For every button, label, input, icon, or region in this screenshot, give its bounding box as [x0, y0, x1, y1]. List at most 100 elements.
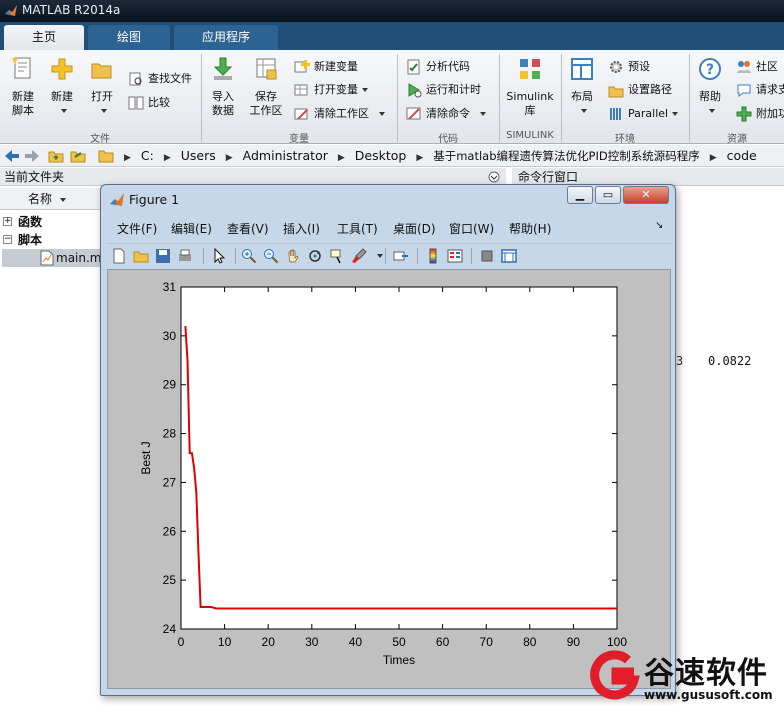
tree-group-functions[interactable]: + 函数 — [0, 213, 42, 231]
gususoft-logo-icon — [590, 650, 640, 700]
breadcrumb-item[interactable]: Users — [181, 148, 216, 163]
new-dropdown-icon — [61, 109, 67, 113]
ribbon-divider — [689, 54, 690, 142]
menu-insert[interactable]: 插入(I) — [283, 220, 320, 237]
figure-toolbar — [107, 243, 671, 267]
y-tick-label: 30 — [163, 329, 177, 343]
request-support-label: 请求支 — [756, 83, 784, 96]
tab-plots[interactable]: 绘图 — [88, 25, 170, 50]
brush-icon[interactable] — [351, 248, 367, 264]
breadcrumb-separator-icon: ▶ — [709, 153, 717, 163]
zoom-out-icon[interactable] — [263, 248, 279, 264]
up-folder-icon[interactable] — [48, 148, 64, 164]
new-figure-icon[interactable] — [111, 248, 127, 264]
layout-button[interactable]: 布局 — [566, 56, 598, 118]
breadcrumb-item[interactable]: Desktop — [355, 148, 407, 163]
compare-button[interactable]: 比较 — [128, 94, 170, 112]
breadcrumb-separator-icon: ▶ — [163, 153, 171, 163]
maximize-button[interactable]: ▭ — [595, 186, 621, 204]
browse-folder-icon[interactable] — [70, 148, 86, 164]
import-data-button[interactable]: 导入 数据 — [206, 56, 240, 118]
breadcrumb-item[interactable]: Administrator — [243, 148, 328, 163]
menu-edit[interactable]: 编辑(E) — [171, 220, 212, 237]
open-file-icon[interactable] — [133, 248, 149, 264]
print-icon[interactable] — [177, 248, 193, 264]
parallel-button[interactable]: Parallel — [608, 105, 679, 123]
new-script-button[interactable]: 新建 脚本 — [6, 56, 40, 118]
clear-commands-icon — [406, 107, 421, 120]
x-tick-label: 50 — [392, 635, 406, 649]
new-plus-icon — [51, 58, 73, 80]
colorbar-icon[interactable] — [425, 248, 441, 264]
breadcrumb-item[interactable]: code — [727, 148, 757, 163]
find-files-button[interactable]: 查找文件 — [128, 70, 192, 88]
menu-view[interactable]: 查看(V) — [227, 220, 269, 237]
open-variable-button[interactable]: 打开变量 — [294, 81, 368, 99]
back-arrow-icon[interactable] — [4, 149, 20, 163]
breadcrumb-item[interactable]: 基于matlab编程遗传算法优化PID控制系统源码程序 — [433, 149, 699, 163]
breadcrumb-separator-icon: ▶ — [337, 153, 345, 163]
clear-commands-button[interactable]: 清除命令 — [406, 105, 486, 123]
ribbon-toolstrip: 新建 脚本 新建 打开 查找文件 比较 文件 导入 数据 保存 工作区 新建变量… — [0, 50, 784, 145]
show-plot-tools-icon[interactable] — [501, 248, 517, 264]
zoom-in-icon[interactable] — [241, 248, 257, 264]
svg-text:?: ? — [706, 62, 714, 78]
new-button[interactable]: 新建 — [46, 56, 78, 118]
open-button[interactable]: 打开 — [86, 56, 118, 118]
menu-file[interactable]: 文件(F) — [117, 220, 157, 237]
analyze-code-button[interactable]: 分析代码 — [406, 58, 470, 76]
menu-dock-icon[interactable]: ↘ — [655, 220, 663, 231]
watermark-text: 谷速软件 — [644, 656, 768, 691]
run-and-time-button[interactable]: 运行和计时 — [406, 81, 481, 99]
rotate-3d-icon[interactable] — [307, 248, 323, 264]
help-button[interactable]: ? 帮助 — [694, 56, 726, 118]
pan-hand-icon[interactable] — [285, 248, 301, 264]
save-icon[interactable] — [155, 248, 171, 264]
new-variable-button[interactable]: 新建变量 — [294, 58, 358, 76]
clear-workspace-button[interactable]: 清除工作区 — [294, 105, 385, 123]
menu-help[interactable]: 帮助(H) — [509, 220, 551, 237]
tree-group-scripts[interactable]: − 脚本 — [0, 231, 42, 249]
set-path-button[interactable]: 设置路径 — [608, 81, 672, 99]
simulink-library-button[interactable]: Simulink 库 — [504, 56, 556, 118]
hide-plot-tools-icon[interactable] — [479, 248, 495, 264]
pointer-icon[interactable] — [211, 248, 227, 264]
x-tick-label: 90 — [567, 635, 581, 649]
tab-apps[interactable]: 应用程序 — [174, 25, 278, 50]
request-support-button[interactable]: 请求支 — [736, 81, 784, 99]
preferences-button[interactable]: 预设 — [608, 58, 650, 76]
tab-home[interactable]: 主页 — [4, 25, 84, 50]
breadcrumb-separator-icon: ▶ — [225, 153, 233, 163]
minimize-button[interactable]: ▁ — [567, 186, 593, 204]
menu-tools[interactable]: 工具(T) — [337, 220, 378, 237]
menu-desktop[interactable]: 桌面(D) — [393, 220, 436, 237]
link-plot-icon[interactable] — [393, 248, 409, 264]
forward-arrow-icon[interactable] — [24, 149, 40, 163]
save-workspace-button[interactable]: 保存 工作区 — [246, 56, 286, 118]
x-tick-label: 80 — [523, 635, 537, 649]
address-bar: ▶ C: ▶ Users ▶ Administrator ▶ Desktop ▶… — [0, 145, 784, 167]
figure-window[interactable]: Figure 1 ▁ ▭ ✕ 文件(F) 编辑(E) 查看(V) 插入(I) 工… — [100, 184, 676, 696]
section-file-label: 文件 — [90, 134, 110, 145]
breadcrumb-item[interactable]: C: — [141, 148, 154, 163]
name-column-header[interactable]: 名称 — [0, 188, 104, 210]
analyze-code-icon — [407, 59, 420, 75]
simulink-library-label: Simulink 库 — [506, 90, 554, 117]
brush-dropdown-icon[interactable] — [377, 254, 383, 258]
add-ons-button[interactable]: 附加功 — [736, 105, 784, 123]
figure-canvas: 0 10 20 30 40 50 60 70 80 90 100 24 25 26 27 28 29 30 31 Ti… — [107, 269, 671, 689]
community-button[interactable]: 社区 — [736, 58, 778, 76]
legend-icon[interactable] — [447, 248, 463, 264]
close-button[interactable]: ✕ — [623, 186, 669, 204]
breadcrumb-separator-icon: ▶ — [416, 153, 424, 163]
section-code-label: 代码 — [438, 134, 458, 145]
tree-group-label: 脚本 — [18, 233, 43, 247]
panel-menu-icon[interactable] — [488, 171, 500, 183]
new-script-icon — [12, 57, 31, 79]
data-cursor-icon[interactable] — [329, 248, 345, 264]
parallel-icon — [610, 108, 621, 120]
expand-icon[interactable]: + — [3, 217, 12, 226]
file-row-main-m[interactable]: main.m — [2, 249, 106, 267]
collapse-icon[interactable]: − — [3, 235, 12, 244]
menu-window[interactable]: 窗口(W) — [449, 220, 494, 237]
